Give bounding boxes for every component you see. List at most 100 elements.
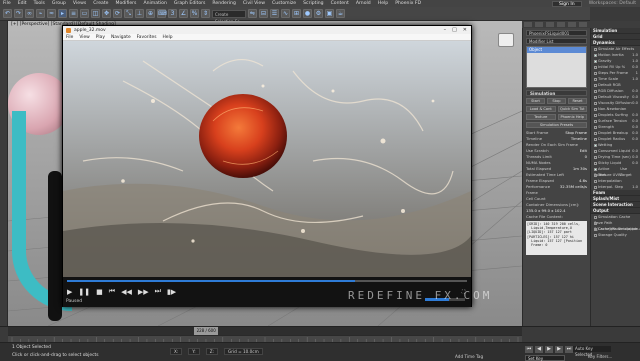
- checkbox[interactable]: [594, 233, 597, 237]
- rotate-icon[interactable]: ⟳: [113, 9, 122, 18]
- curve-editor-icon[interactable]: ∿: [281, 9, 290, 18]
- sim-stat-value[interactable]: 1m 30s: [573, 166, 587, 171]
- rollout-param-row[interactable]: Storage Quality: [591, 232, 640, 238]
- sim-stat-value[interactable]: 4.6s: [579, 178, 587, 183]
- sim-stop-button[interactable]: Stop: [547, 98, 566, 104]
- render-frame-icon[interactable]: ▣: [325, 9, 334, 18]
- menu-item-animation[interactable]: Animation: [143, 1, 166, 6]
- rewind-icon[interactable]: ◀◀: [121, 288, 132, 296]
- seek-bar[interactable]: [67, 280, 467, 282]
- align-icon[interactable]: ⊟: [259, 9, 268, 18]
- previous-icon[interactable]: ⏮: [109, 287, 115, 296]
- fast-forward-icon[interactable]: ▶▶: [138, 288, 149, 296]
- utilities-tab-icon[interactable]: [579, 22, 587, 27]
- checkbox[interactable]: [594, 173, 597, 177]
- checkbox[interactable]: [594, 101, 597, 105]
- current-frame-field[interactable]: Set Key: [525, 355, 565, 361]
- redo-icon[interactable]: ↷: [14, 9, 23, 18]
- link-icon[interactable]: ∞: [25, 9, 34, 18]
- menu-item-civil-view[interactable]: Civil View: [243, 1, 265, 6]
- sim-phoenix-help-button[interactable]: Phoenix Help: [557, 114, 587, 120]
- go-to-end-icon[interactable]: ⏭: [565, 346, 573, 353]
- param-value[interactable]: Use Target: [620, 166, 638, 177]
- material-editor-icon[interactable]: ●: [303, 9, 312, 18]
- player-menu-favorites[interactable]: Favorites: [137, 35, 157, 40]
- checkbox[interactable]: [594, 215, 597, 219]
- checkbox[interactable]: [594, 167, 597, 171]
- select-object-icon[interactable]: ▸: [58, 9, 67, 18]
- sign-in-button[interactable]: Sign In: [551, 0, 582, 7]
- sim-texture-button[interactable]: Texture: [526, 114, 556, 120]
- frame-step-icon[interactable]: ▮▶: [167, 288, 176, 296]
- modify-tab-icon[interactable]: [535, 22, 543, 27]
- checkbox[interactable]: [594, 71, 597, 75]
- menu-item-scripting[interactable]: Scripting: [303, 1, 323, 6]
- player-menu-play[interactable]: Play: [96, 35, 105, 40]
- checkbox[interactable]: [594, 113, 597, 117]
- checkbox[interactable]: [594, 107, 597, 111]
- render-setup-icon[interactable]: ⚙: [314, 9, 323, 18]
- prev-frame-icon[interactable]: ◀: [535, 346, 543, 353]
- workspaces-dropdown[interactable]: Workspaces: Default: [589, 1, 636, 6]
- checkbox[interactable]: [594, 89, 597, 93]
- angle-snap-icon[interactable]: ∠: [179, 9, 188, 18]
- place-icon[interactable]: ⊥: [135, 9, 144, 18]
- sim-option-value[interactable]: Timeline: [571, 136, 587, 141]
- checkbox[interactable]: [594, 179, 597, 183]
- mirror-icon[interactable]: ⇋: [248, 9, 257, 18]
- sim-reset-button[interactable]: Reset: [568, 98, 587, 104]
- play-icon[interactable]: ▶: [67, 288, 72, 296]
- menu-item-tools[interactable]: Tools: [34, 1, 45, 6]
- selection-set-field[interactable]: Create Selection Se: [212, 9, 246, 24]
- snap-3d-icon[interactable]: 3: [168, 9, 177, 18]
- object-name-field[interactable]: PhoenixFSLiquid001: [526, 30, 587, 36]
- menu-item-create[interactable]: Create: [93, 1, 108, 6]
- checkbox[interactable]: [594, 221, 597, 225]
- menu-item-arnold[interactable]: Arnold: [356, 1, 371, 6]
- sim-option-value[interactable]: Stop Frame: [565, 130, 587, 135]
- checkbox[interactable]: [594, 137, 597, 141]
- menu-item-edit[interactable]: Edit: [18, 1, 27, 6]
- schematic-view-icon[interactable]: ⊞: [292, 9, 301, 18]
- checkbox[interactable]: [594, 161, 597, 165]
- play-animation-icon[interactable]: ▶: [545, 346, 553, 353]
- sim-start-button[interactable]: Start: [526, 98, 545, 104]
- bind-space-warp-icon[interactable]: ≈: [47, 9, 56, 18]
- sim-option-value[interactable]: 0: [585, 154, 587, 159]
- menu-item-modifiers[interactable]: Modifiers: [115, 1, 136, 6]
- black-cylinder[interactable]: [48, 171, 62, 321]
- checkbox[interactable]: [594, 83, 597, 87]
- y-coordinate-field[interactable]: Y:: [188, 348, 200, 355]
- checkbox[interactable]: [594, 77, 597, 81]
- layer-explorer-icon[interactable]: ☰: [270, 9, 279, 18]
- checkbox[interactable]: [594, 155, 597, 159]
- param-value[interactable]: 0.0: [632, 100, 638, 106]
- checkbox[interactable]: [594, 95, 597, 99]
- render-icon[interactable]: ☕: [336, 9, 345, 18]
- checkbox[interactable]: [594, 53, 597, 57]
- key-filters-button[interactable]: Key Filters...: [588, 354, 612, 359]
- simulation-presets-button[interactable]: Simulation Presets: [526, 122, 587, 128]
- param-value[interactable]: 0.0: [632, 136, 638, 142]
- unlink-icon[interactable]: ⌁: [36, 9, 45, 18]
- checkbox[interactable]: [594, 149, 597, 153]
- modifier-list-dropdown[interactable]: Modifier List: [526, 38, 587, 44]
- menu-item-graph-editors[interactable]: Graph Editors: [174, 1, 206, 6]
- motion-tab-icon[interactable]: [557, 22, 565, 27]
- spinner-snap-icon[interactable]: ⇕: [201, 9, 210, 18]
- region-select-icon[interactable]: ▭: [80, 9, 89, 18]
- sim-load-cont-button[interactable]: Load & Cont: [526, 106, 556, 112]
- menu-item-content[interactable]: Content: [331, 1, 349, 6]
- sim-stat-value[interactable]: 32.35M cells/s: [560, 184, 587, 189]
- checkbox[interactable]: [594, 227, 597, 231]
- maximize-icon[interactable]: □: [452, 27, 457, 33]
- time-slider-thumb[interactable]: 228 / 600: [194, 327, 219, 335]
- param-value[interactable]: 1.0: [632, 76, 638, 82]
- player-menu-help[interactable]: Help: [163, 35, 173, 40]
- close-icon[interactable]: ✕: [463, 27, 467, 33]
- menu-item-rendering[interactable]: Rendering: [212, 1, 235, 6]
- undo-icon[interactable]: ↶: [3, 9, 12, 18]
- create-tab-icon[interactable]: [524, 22, 532, 27]
- video-frame[interactable]: [63, 41, 471, 277]
- checkbox[interactable]: [594, 185, 597, 189]
